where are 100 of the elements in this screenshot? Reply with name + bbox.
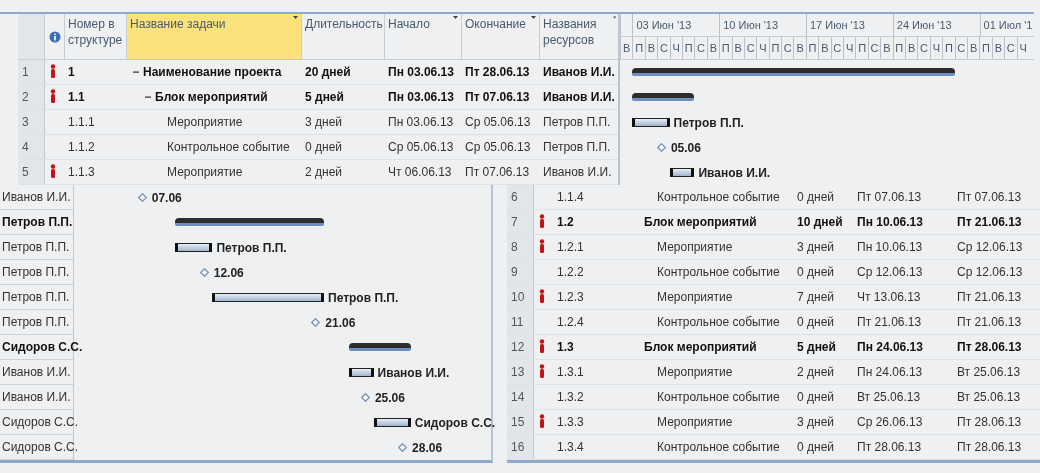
duration-value: 20 дней: [305, 64, 351, 81]
day-label: С: [694, 37, 707, 59]
day-label: С: [867, 37, 881, 59]
bar-label: 05.06: [670, 140, 701, 157]
resource-name: Петров П.П.: [2, 214, 73, 231]
date-value: Пн 03.06.13: [388, 114, 454, 131]
wbs-number: 1.3.1: [557, 364, 584, 381]
date-value: Ср 12.06.13: [957, 239, 1023, 256]
row-number: 15: [507, 410, 534, 434]
row-number: 7: [507, 210, 534, 234]
wbs-number: 1.1.1: [68, 114, 95, 131]
task-bar: [373, 418, 411, 427]
wbs-number: 1.2.3: [557, 289, 584, 306]
day-label: В: [818, 37, 831, 59]
date-value: Пт 21.06.13: [957, 214, 1022, 231]
column-header[interactable]: Название задачи: [127, 14, 302, 59]
bar-label: 12.06: [213, 265, 244, 282]
date-value: Вт 25.06.13: [857, 389, 921, 406]
week-label: 17 Июн '13: [806, 14, 893, 36]
wbs-number: 1.3.4: [557, 439, 584, 456]
column-header[interactable]: Названия ресурсов: [540, 14, 620, 59]
resource-name: Иванов И.И.: [543, 89, 615, 106]
task-name: Контрольное событие: [657, 439, 780, 456]
bar-label: Иванов И.И.: [377, 365, 450, 382]
info-icon: [48, 30, 61, 43]
task-name: Мероприятие: [167, 164, 243, 181]
day-label: П: [979, 37, 992, 59]
row-number: 10: [507, 285, 534, 309]
date-value: Ср 12.06.13: [957, 264, 1023, 281]
day-label: П: [768, 37, 782, 59]
day-label: Ч: [756, 37, 769, 59]
task-name: Блок мероприятий: [644, 339, 757, 356]
task-name: Мероприятие: [657, 364, 733, 381]
row-number: 11: [507, 310, 534, 334]
bar-label: Петров П.П.: [673, 115, 744, 132]
resource-name: Иванов И.И.: [543, 64, 615, 81]
day-label: Ч: [843, 37, 856, 59]
column-header[interactable]: Длительность: [302, 14, 385, 59]
day-label: В: [966, 37, 980, 59]
milestone-icon: [311, 318, 321, 327]
milestone-icon: [398, 443, 408, 452]
task-name: Мероприятие: [657, 289, 733, 306]
dropdown-icon: [293, 16, 298, 19]
row-number: 3: [18, 110, 45, 134]
wbs-number: 1.1: [68, 89, 85, 106]
duration-value: 0 дней: [797, 189, 834, 206]
day-label: С: [830, 37, 844, 59]
date-value: Ср 26.06.13: [857, 414, 923, 431]
wbs-number: 1.3.3: [557, 414, 584, 431]
date-value: Вт 25.06.13: [957, 364, 1021, 381]
day-label: В: [644, 37, 658, 59]
duration-value: 0 дней: [797, 314, 834, 331]
column-header[interactable]: Начало: [385, 14, 462, 59]
task-name: Блок мероприятий: [155, 89, 268, 106]
task-name: Контрольное событие: [657, 264, 780, 281]
date-value: Пт 21.06.13: [957, 289, 1022, 306]
column-header[interactable]: Окончание: [462, 14, 540, 59]
resource-name: Петров П.П.: [2, 264, 70, 281]
dropdown-icon: [531, 16, 536, 19]
day-label: С: [917, 37, 930, 59]
summary-bar: [632, 93, 695, 101]
day-label: П: [632, 37, 645, 59]
duration-value: 3 дней: [797, 239, 834, 256]
bar-label: Петров П.П.: [216, 240, 287, 257]
duration-value: 2 дней: [797, 364, 834, 381]
resource-name: Петров П.П.: [543, 139, 611, 156]
wbs-number: 1.1.3: [68, 164, 95, 181]
duration-value: 3 дней: [305, 114, 342, 131]
day-label: П: [681, 37, 695, 59]
duration-value: 0 дней: [305, 139, 342, 156]
duration-value: 5 дней: [305, 89, 344, 106]
date-value: Пн 03.06.13: [388, 64, 454, 81]
task-name: Мероприятие: [657, 414, 733, 431]
date-value: Пт 07.06.13: [957, 189, 1022, 206]
task-bar: [669, 168, 695, 177]
wbs-number: 1.3.2: [557, 389, 584, 406]
bar-label: 21.06: [325, 315, 356, 332]
row-number: 8: [507, 235, 534, 259]
date-value: Пн 03.06.13: [388, 89, 454, 106]
day-label: С: [743, 37, 757, 59]
date-value: Пт 28.06.13: [857, 439, 922, 456]
day-label: П: [855, 37, 868, 59]
task-name: Мероприятие: [657, 239, 733, 256]
date-value: Чт 13.06.13: [857, 289, 921, 306]
wbs-number: 1.2: [557, 214, 574, 231]
wbs-number: 1.1.2: [68, 139, 95, 156]
row-number: 9: [507, 260, 534, 284]
duration-value: 2 дней: [305, 164, 342, 181]
date-value: Пт 28.06.13: [957, 414, 1022, 431]
resource-name: Сидоров С.С.: [2, 439, 79, 456]
day-label: В: [991, 37, 1005, 59]
task-bar: [175, 243, 213, 252]
day-label: П: [719, 37, 732, 59]
wbs-number: 1.2.1: [557, 239, 584, 256]
resource-name: Иванов И.И.: [2, 189, 71, 206]
date-value: Ср 05.06.13: [465, 114, 531, 131]
date-value: Пт 07.06.13: [857, 189, 922, 206]
wbs-number: 1.3: [557, 339, 574, 356]
resource-name: Петров П.П.: [2, 289, 70, 306]
row-number: 4: [18, 135, 45, 159]
